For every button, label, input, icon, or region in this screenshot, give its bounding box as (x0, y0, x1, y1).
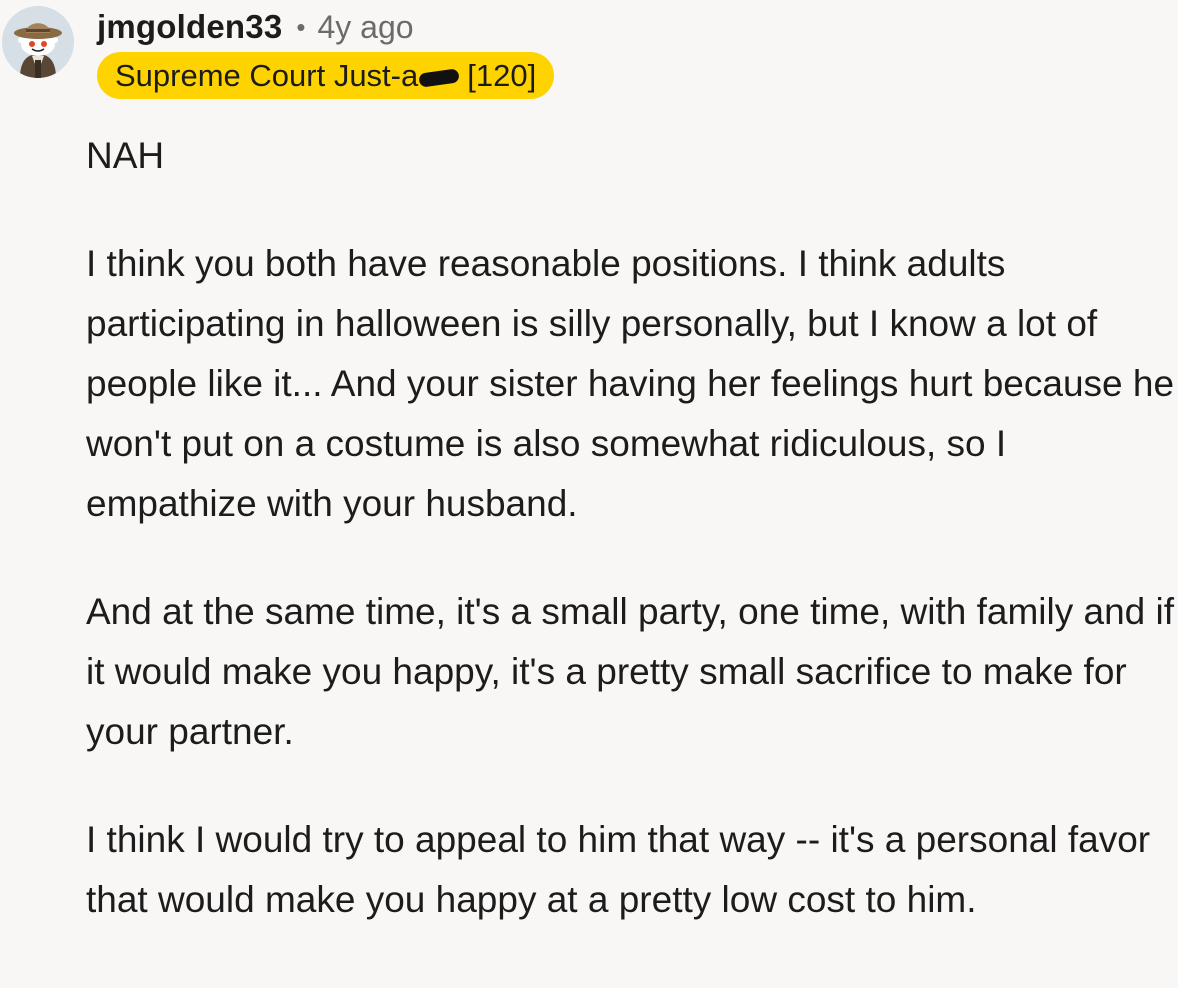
flair-text-start: Supreme Court Just-a (115, 57, 419, 93)
user-flair-badge: Supreme Court Just-a [120] (97, 52, 555, 99)
comment-paragraph: NAH (86, 135, 165, 176)
comment: jmgolden33 • 4y ago Supreme Court Just-a… (0, 0, 1178, 988)
comment-meta: jmgolden33 • 4y ago (97, 4, 414, 50)
comment-timestamp[interactable]: 4y ago (317, 9, 413, 46)
comment-paragraph: I think I would try to appeal to him tha… (86, 819, 1151, 920)
comment-paragraph: I think you both have reasonable positio… (86, 243, 1175, 524)
redaction-mark (418, 67, 461, 88)
username-link[interactable]: jmgolden33 (97, 8, 282, 46)
user-avatar-icon[interactable] (2, 6, 74, 78)
comment-paragraph: And at the same time, it's a small party… (86, 591, 1175, 752)
meta-separator: • (296, 11, 306, 42)
comment-body: NAH I think you both have reasonable pos… (86, 126, 1176, 930)
flair-text-end: [120] (467, 57, 537, 93)
